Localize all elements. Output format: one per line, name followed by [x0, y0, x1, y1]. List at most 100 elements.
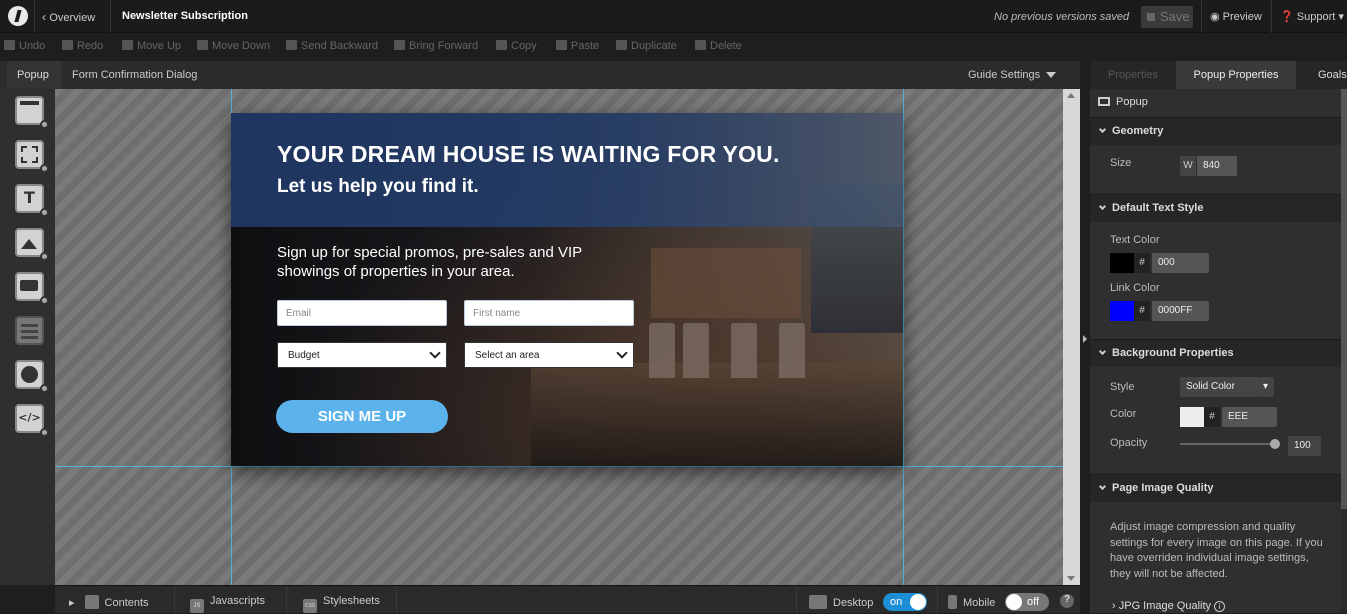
popup-subheadline[interactable]: Let us help you find it. — [277, 176, 479, 198]
scrollbar-thumb[interactable] — [1341, 89, 1347, 509]
tab-goals[interactable]: Goals — [1296, 61, 1347, 89]
mobile-phone-icon — [948, 595, 957, 609]
save-button[interactable]: Save — [1141, 6, 1193, 28]
text-color-swatch[interactable] — [1110, 253, 1134, 273]
email-field[interactable]: Email — [277, 300, 447, 326]
background-color-swatch[interactable] — [1180, 407, 1204, 427]
editor-canvas[interactable]: YOUR DREAM HOUSE IS WAITING FOR YOU. Let… — [55, 89, 1063, 585]
section-widget[interactable] — [15, 96, 49, 129]
mobile-toggle-state: off — [1027, 596, 1040, 608]
tab-properties[interactable]: Properties — [1090, 61, 1176, 89]
guide-settings-button[interactable]: Guide Settings — [968, 69, 1040, 81]
paste-button[interactable]: Paste — [556, 40, 599, 52]
panel-scrollbar[interactable] — [1341, 89, 1347, 613]
support-button[interactable]: ❓ Support ▾ — [1280, 10, 1344, 23]
link-color-swatch[interactable] — [1110, 301, 1134, 321]
send-backward-button[interactable]: Send Backward — [286, 40, 378, 52]
jpg-quality-label: JPG Image Quality — [1118, 600, 1212, 612]
chevron-down-icon — [1098, 482, 1107, 491]
guide-settings-dropdown-icon[interactable] — [1046, 72, 1056, 78]
panel-tabs: Properties Popup Properties Goals — [1090, 61, 1347, 89]
background-photo-chair — [649, 323, 675, 378]
gear-icon — [40, 164, 49, 173]
link-color-input[interactable]: 0000FF — [1152, 301, 1209, 321]
duplicate-icon — [616, 40, 627, 50]
move-up-button[interactable]: Move Up — [122, 40, 181, 52]
divider — [796, 586, 797, 614]
page-image-quality-section-header[interactable]: Page Image Quality — [1090, 474, 1341, 502]
background-properties-section-header[interactable]: Background Properties — [1090, 339, 1341, 367]
background-photo-kitchen — [651, 248, 801, 318]
width-input[interactable]: 840 — [1197, 156, 1237, 176]
size-label: Size — [1110, 157, 1132, 169]
video-widget[interactable] — [15, 360, 49, 393]
style-label: Style — [1110, 381, 1135, 393]
opacity-label: Opacity — [1110, 437, 1148, 449]
delete-button[interactable]: Delete — [695, 40, 742, 52]
link-color-hash: # — [1134, 301, 1150, 321]
first-name-field[interactable]: First name — [464, 300, 634, 326]
box-widget[interactable] — [15, 140, 49, 173]
javascripts-button[interactable]: JS Javascripts — [190, 586, 275, 614]
text-widget[interactable]: T — [15, 184, 49, 217]
opacity-input[interactable]: 100 — [1288, 436, 1321, 456]
area-select[interactable]: Select an area — [464, 342, 634, 368]
divider — [937, 586, 938, 614]
scroll-down-icon[interactable] — [1067, 576, 1075, 581]
popup-headline[interactable]: YOUR DREAM HOUSE IS WAITING FOR YOU. — [277, 141, 780, 168]
redo-icon — [62, 40, 73, 50]
overview-back-link[interactable]: ‹ Overview — [42, 10, 95, 24]
move-down-button[interactable]: Move Down — [197, 40, 270, 52]
background-photo-chair — [731, 323, 757, 378]
redo-button[interactable]: Redo — [62, 40, 103, 52]
support-label: Support — [1296, 11, 1336, 23]
divider — [1271, 0, 1272, 33]
jpg-image-quality-toggle[interactable]: › JPG Image Quality i — [1112, 600, 1226, 612]
list-icon — [84, 595, 99, 609]
geometry-section-header[interactable]: Geometry — [1090, 117, 1341, 145]
divider — [286, 586, 287, 614]
style-select[interactable]: Solid Color — [1180, 377, 1260, 397]
gear-icon — [40, 384, 49, 393]
page-title: Newsletter Subscription — [122, 10, 248, 22]
button-widget[interactable] — [15, 272, 49, 305]
duplicate-button[interactable]: Duplicate — [616, 40, 677, 52]
delete-label: Delete — [710, 40, 742, 52]
background-color-hash: # — [1204, 407, 1220, 427]
panel-collapse-handle[interactable] — [1080, 61, 1090, 613]
versions-status: No previous versions saved — [994, 11, 1130, 23]
code-widget[interactable]: </> — [15, 404, 49, 437]
stylesheets-button[interactable]: CSS Stylesheets — [303, 586, 390, 614]
scroll-up-icon[interactable] — [1067, 93, 1075, 98]
contents-toggle[interactable]: ▸ Contents — [69, 586, 159, 614]
preview-button[interactable]: ◉ Preview — [1210, 10, 1262, 23]
copy-button[interactable]: Copy — [496, 40, 537, 52]
bring-forward-button[interactable]: Bring Forward — [394, 40, 478, 52]
default-text-style-section-header[interactable]: Default Text Style — [1090, 194, 1341, 222]
geometry-label: Geometry — [1112, 125, 1164, 137]
mobile-toggle[interactable]: off — [1005, 593, 1049, 611]
opacity-slider-track[interactable] — [1180, 443, 1275, 445]
info-icon: i — [1214, 601, 1226, 612]
desktop-toggle[interactable]: on — [883, 593, 927, 611]
background-color-input[interactable]: EEE — [1222, 407, 1277, 427]
tab-form-confirmation-dialog[interactable]: Form Confirmation Dialog — [72, 69, 197, 81]
style-dropdown-icon[interactable]: ▾ — [1260, 377, 1274, 397]
canvas-scrollbar[interactable] — [1063, 89, 1080, 585]
undo-button[interactable]: Undo — [4, 40, 45, 52]
help-icon[interactable]: ? — [1060, 594, 1074, 608]
sign-me-up-button[interactable]: SIGN ME UP — [276, 400, 448, 433]
opacity-slider-handle[interactable] — [1270, 439, 1280, 449]
popup-preview[interactable]: YOUR DREAM HOUSE IS WAITING FOR YOU. Let… — [231, 113, 903, 466]
text-color-input[interactable]: 000 — [1152, 253, 1209, 273]
budget-select[interactable]: Budget — [277, 342, 447, 368]
background-photo-chair — [683, 323, 709, 378]
image-widget[interactable] — [15, 228, 49, 261]
app-logo-icon[interactable] — [8, 6, 28, 26]
tab-popup-properties[interactable]: Popup Properties — [1176, 61, 1296, 89]
popup-promo-text[interactable]: Sign up for special promos, pre-sales an… — [277, 243, 637, 281]
form-widget[interactable] — [15, 316, 44, 345]
javascripts-label: Javascripts — [210, 595, 266, 607]
popup-panel-label: Popup — [1116, 96, 1148, 108]
tab-popup[interactable]: Popup — [7, 61, 62, 89]
